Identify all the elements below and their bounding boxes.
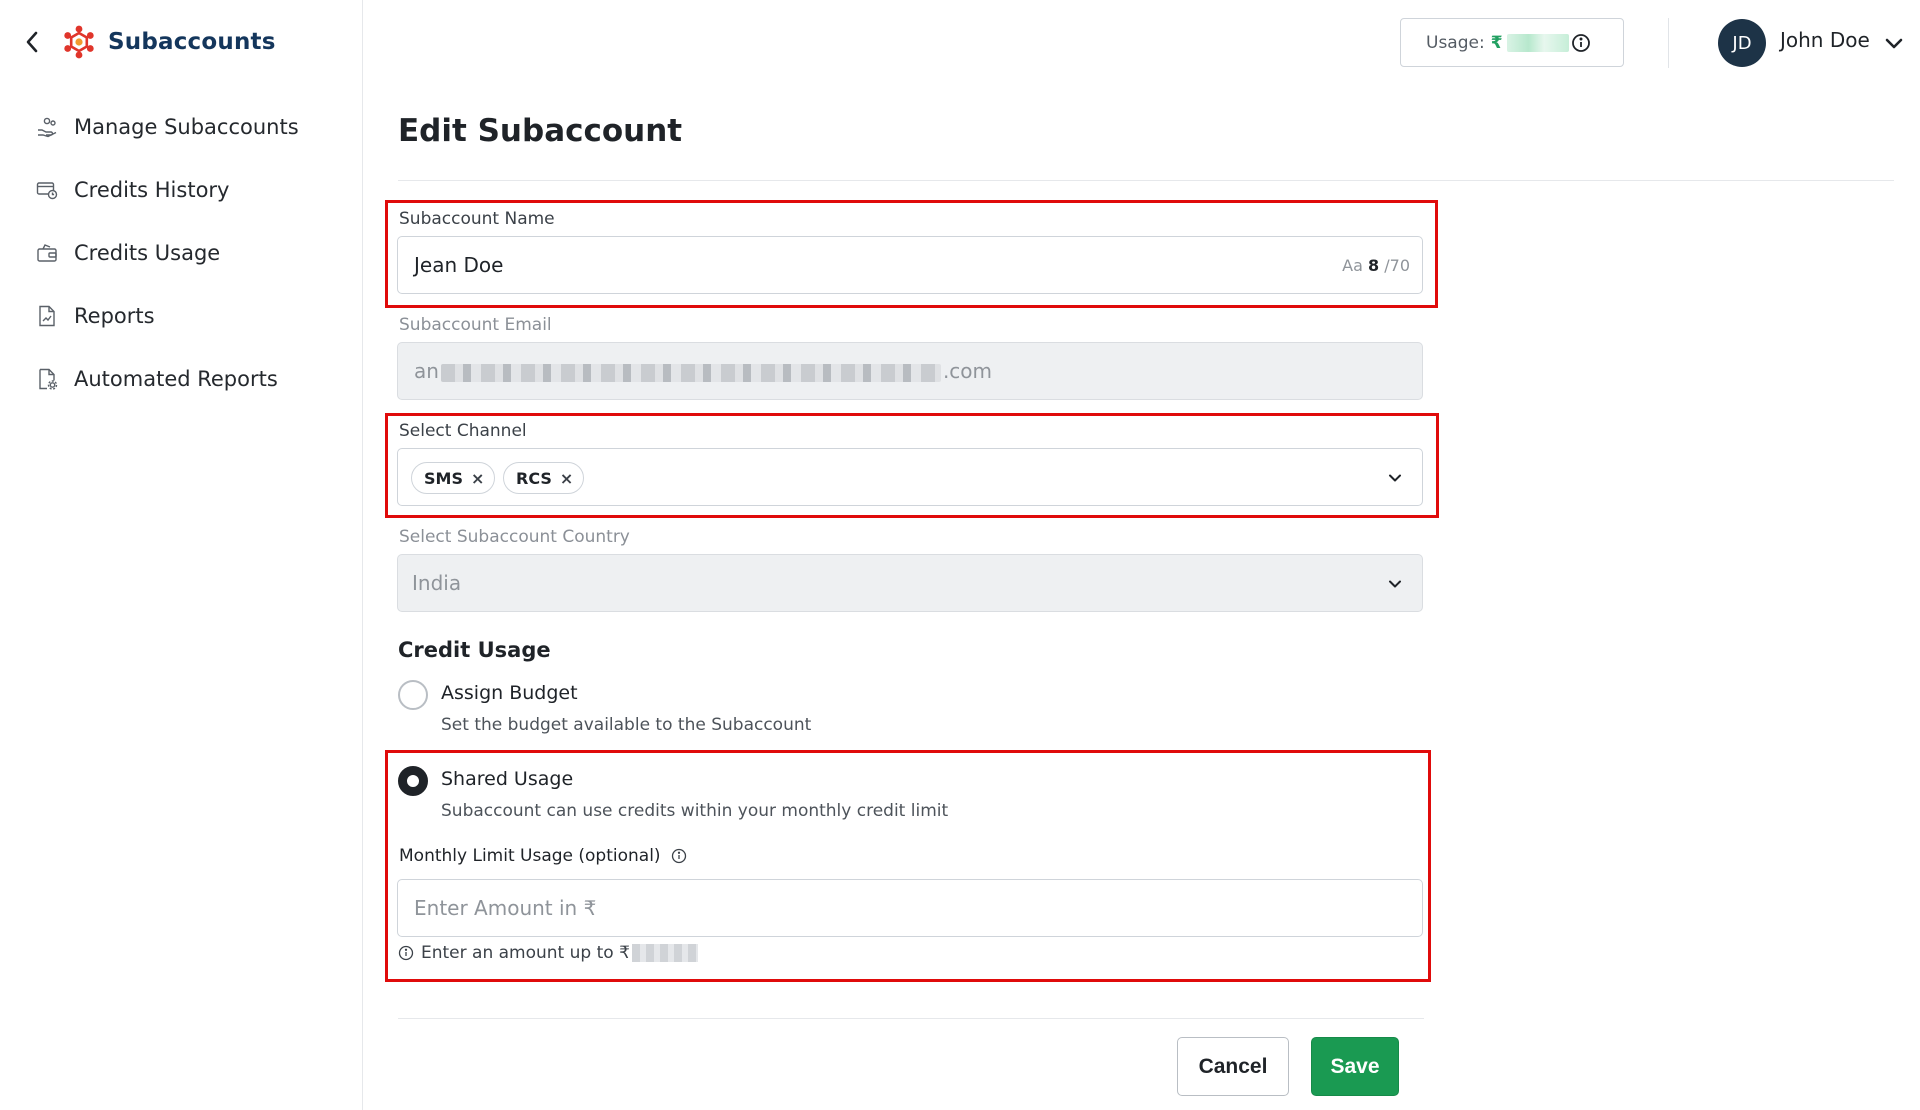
subaccount-email-input: an .com <box>397 342 1423 400</box>
country-value: India <box>412 571 462 595</box>
chevron-down-icon <box>1384 573 1406 595</box>
brand-logo-icon <box>62 22 96 62</box>
chevron-down-icon[interactable] <box>1882 31 1906 55</box>
assign-budget-description: Set the budget available to the Subaccou… <box>441 715 812 735</box>
usage-indicator[interactable]: Usage: ₹ <box>1400 18 1624 67</box>
channel-chip-sms: SMS × <box>411 462 496 494</box>
monthly-limit-placeholder: Enter Amount in ₹ <box>414 896 597 920</box>
credit-card-clock-icon <box>34 177 60 203</box>
credit-usage-title: Credit Usage <box>398 638 551 662</box>
select-country-dropdown: India <box>397 554 1423 612</box>
users-hand-icon <box>34 114 60 140</box>
hint-amount-redacted <box>631 944 698 962</box>
sidebar-item-automated-reports[interactable]: Automated Reports <box>34 347 299 410</box>
wallet-icon <box>34 240 60 266</box>
monthly-limit-input[interactable]: Enter Amount in ₹ <box>397 879 1423 937</box>
remove-chip-icon[interactable]: × <box>471 469 484 488</box>
user-name[interactable]: John Doe <box>1780 28 1870 52</box>
select-channel-label: Select Channel <box>399 421 527 441</box>
chevron-down-icon[interactable] <box>1384 467 1406 489</box>
page-title: Edit Subaccount <box>398 113 683 149</box>
email-start: an <box>414 359 439 383</box>
sidebar-item-manage-subaccounts[interactable]: Manage Subaccounts <box>34 95 299 158</box>
assign-budget-radio[interactable] <box>398 680 428 710</box>
title-divider <box>398 180 1894 181</box>
select-country-label: Select Subaccount Country <box>399 527 630 547</box>
shared-usage-radio[interactable] <box>398 766 428 796</box>
email-end: .com <box>942 359 993 383</box>
subaccount-name-value: Jean Doe <box>414 253 504 277</box>
chip-label: SMS <box>424 468 463 488</box>
hint-text: Enter an amount up to ₹ <box>421 943 630 963</box>
counter-count: 8 <box>1368 256 1380 275</box>
subaccount-name-label: Subaccount Name <box>399 209 555 229</box>
back-arrow-icon[interactable] <box>22 22 42 62</box>
sidebar-item-reports[interactable]: Reports <box>34 284 299 347</box>
sidebar-item-label: Manage Subaccounts <box>74 114 299 139</box>
shared-usage-description: Subaccount can use credits within your m… <box>441 801 949 821</box>
sidebar-title: Subaccounts <box>108 29 276 55</box>
sidebar-nav: Manage Subaccounts Credits History Credi… <box>34 95 299 410</box>
usage-value-redacted <box>1506 33 1569 52</box>
avatar[interactable]: JD <box>1718 19 1766 67</box>
counter-max: /70 <box>1384 256 1410 275</box>
subaccount-email-value: an .com <box>414 359 992 383</box>
report-icon <box>34 303 60 329</box>
save-button[interactable]: Save <box>1311 1037 1399 1096</box>
info-icon[interactable] <box>1571 33 1591 53</box>
remove-chip-icon[interactable]: × <box>560 469 573 488</box>
character-counter: Aa 8 /70 <box>1342 256 1410 275</box>
sidebar-item-credits-usage[interactable]: Credits Usage <box>34 221 299 284</box>
sidebar-item-label: Credits History <box>74 177 230 202</box>
report-gear-icon <box>34 366 60 392</box>
info-icon[interactable] <box>671 848 687 864</box>
sidebar-item-label: Reports <box>74 303 155 328</box>
cancel-button[interactable]: Cancel <box>1177 1037 1289 1096</box>
sidebar-item-credits-history[interactable]: Credits History <box>34 158 299 221</box>
footer-divider <box>398 1018 1424 1019</box>
monthly-limit-hint: Enter an amount up to ₹ <box>398 943 698 963</box>
email-redacted <box>440 363 941 382</box>
usage-currency: ₹ <box>1490 32 1503 53</box>
assign-budget-title: Assign Budget <box>441 682 578 704</box>
subaccount-name-input[interactable]: Jean Doe Aa 8 /70 <box>397 236 1423 294</box>
counter-prefix: Aa <box>1342 256 1363 275</box>
shared-usage-title: Shared Usage <box>441 768 574 790</box>
chip-label: RCS <box>516 468 552 488</box>
monthly-limit-label: Monthly Limit Usage (optional) <box>399 846 687 866</box>
topbar-divider <box>1668 18 1669 68</box>
sidebar-header: Subaccounts <box>22 22 276 62</box>
subaccount-email-label: Subaccount Email <box>399 315 552 335</box>
channel-chip-rcs: RCS × <box>503 462 585 494</box>
sidebar: Subaccounts Manage Subaccounts Credits H… <box>0 0 363 1110</box>
select-channel-dropdown[interactable]: SMS × RCS × <box>397 448 1423 506</box>
sidebar-item-label: Automated Reports <box>74 366 278 391</box>
sidebar-item-label: Credits Usage <box>74 240 221 265</box>
usage-label: Usage: <box>1426 32 1485 53</box>
monthly-limit-label-text: Monthly Limit Usage (optional) <box>399 846 661 866</box>
info-icon <box>398 945 414 961</box>
